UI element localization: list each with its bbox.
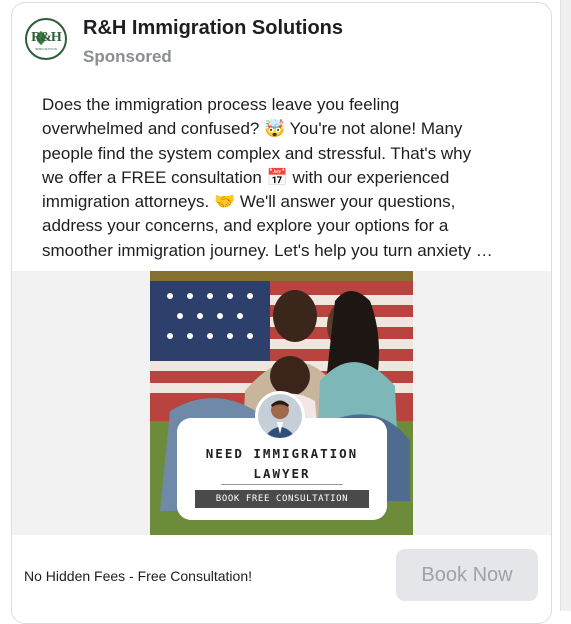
creative-title-line1: NEED IMMIGRATION: [205, 446, 359, 461]
lawyer-portrait-icon: [258, 394, 302, 438]
ad-media[interactable]: NEED IMMIGRATION LAWYER BOOK FREE CONSUL…: [12, 271, 551, 535]
creative-title-line2: LAWYER: [253, 466, 311, 481]
logo-subtext: IMMIGRATION: [34, 47, 58, 51]
book-now-button[interactable]: Book Now: [396, 549, 538, 601]
ad-footer: No Hidden Fees - Free Consultation! Book…: [12, 535, 551, 615]
logo-monogram: R&H: [31, 30, 62, 45]
ad-body-text: Does the immigration process leave you f…: [42, 95, 493, 260]
sponsored-ad-card: R&H IMMIGRATION R&H Immigration Solution…: [11, 2, 552, 624]
sponsored-label: Sponsored: [83, 47, 172, 66]
creative-divider: [221, 484, 343, 485]
ad-header: R&H IMMIGRATION R&H Immigration Solution…: [12, 3, 551, 83]
ad-image[interactable]: NEED IMMIGRATION LAWYER BOOK FREE CONSUL…: [150, 271, 413, 535]
page-avatar[interactable]: R&H IMMIGRATION: [25, 18, 67, 60]
creative-book-button: BOOK FREE CONSULTATION: [195, 490, 369, 508]
page-name[interactable]: R&H Immigration Solutions: [83, 17, 343, 40]
ad-headline[interactable]: No Hidden Fees - Free Consultation!: [24, 568, 252, 584]
lawyer-avatar: [255, 391, 305, 441]
scrollbar-track[interactable]: [560, 0, 571, 611]
